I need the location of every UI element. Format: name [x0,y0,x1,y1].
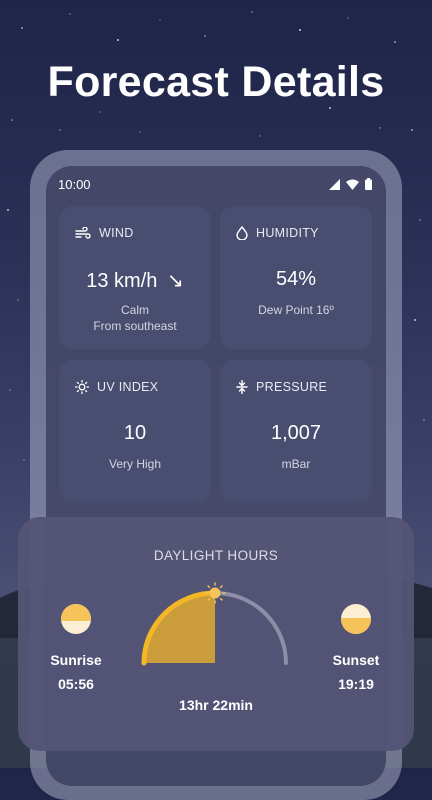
uv-card-header: UV INDEX [75,380,158,394]
uv-title: UV INDEX [97,380,159,394]
uv-level: Very High [108,457,162,471]
sun-icon [75,380,89,394]
droplet-icon [236,226,248,240]
humidity-title: HUMIDITY [256,226,319,240]
pressure-card[interactable]: PRESSURE 1,007 mBar [220,360,372,503]
pressure-title: PRESSURE [256,380,328,394]
daylight-duration: 13hr 22min [179,697,253,713]
wind-speed: 13 km/h [86,270,158,292]
wind-from: From southeast [93,319,177,333]
humidity-value: 54% [275,268,317,290]
signal-icon [329,178,340,190]
sunrise-time: 05:56 [58,676,94,692]
wind-card-header: WIND [75,226,134,240]
wind-card[interactable]: WIND 13 km/h ↘ Calm From southeast [59,206,211,349]
pressure-icon [236,380,248,394]
daylight-arc-area [144,593,215,663]
daylight-hours-card[interactable]: DAYLIGHT HOURS Sunrise 05:56 Sunset 19:1… [18,517,414,751]
uv-index-card[interactable]: UV INDEX 10 Very High [59,360,211,503]
wind-condition: Calm [120,303,149,317]
daylight-arc [141,582,288,666]
pressure-unit: mBar [281,457,311,471]
sunset-time: 19:19 [338,676,374,692]
status-icons [329,178,372,190]
wind-icon [75,227,91,239]
page-headline: Forecast Details [47,58,385,106]
wind-value: 13 km/h ↘ [59,268,211,293]
uv-value: 10 [123,422,147,444]
humidity-dewpoint: Dew Point 16º [258,303,334,317]
humidity-card-header: HUMIDITY [236,226,319,240]
pressure-value: 1,007 [270,422,322,444]
humidity-card[interactable]: HUMIDITY 54% Dew Point 16º [220,206,372,349]
wind-description: Calm From southeast [59,302,211,334]
wind-title: WIND [99,226,134,240]
pressure-card-header: PRESSURE [236,380,327,394]
status-bar: 10:00 [58,174,372,194]
wifi-icon [346,179,359,190]
status-time: 10:00 [58,176,91,192]
wind-direction-arrow: ↘ [166,270,184,292]
battery-icon [365,178,372,190]
